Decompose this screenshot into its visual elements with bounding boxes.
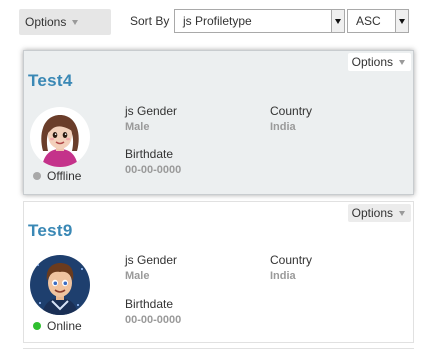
gender-label: js Gender [125, 253, 178, 267]
chevron-down-icon [72, 20, 79, 25]
gender-value: Male [125, 121, 150, 133]
female-avatar[interactable] [30, 107, 90, 167]
member-options-button[interactable]: Options [347, 53, 411, 71]
country-label: Country [270, 253, 313, 267]
sort-by-label: Sort By [130, 14, 170, 28]
chevron-down-icon [399, 211, 405, 216]
female-avatar-icon [30, 107, 90, 167]
sort-field-select[interactable]: js Profiletype [174, 9, 345, 33]
status-dot-icon [33, 172, 41, 180]
country-value: India [270, 270, 296, 282]
country-value: India [270, 121, 296, 133]
country-label: Country [270, 104, 313, 118]
status-indicator: Offline [33, 169, 81, 183]
sort-order-value: ASC [356, 14, 381, 28]
options-button[interactable]: Options [19, 9, 111, 35]
birthdate-label: Birthdate [125, 147, 174, 161]
member-name-link[interactable]: Test9 [28, 221, 73, 241]
options-label: Options [25, 15, 67, 29]
status-indicator: Online [33, 319, 82, 333]
member-options-label: Options [351, 206, 393, 220]
birthdate-value: 00-00-0000 [125, 314, 182, 326]
status-label: Online [47, 319, 82, 333]
sort-order-select[interactable]: ASC [347, 9, 409, 33]
member-options-button[interactable]: Options [347, 204, 411, 222]
next-card-edge [23, 348, 414, 353]
sort-field-value: js Profiletype [183, 14, 252, 28]
birthdate-label: Birthdate [125, 297, 174, 311]
gender-value: Male [125, 270, 150, 282]
gender-label: js Gender [125, 104, 178, 118]
chevron-down-icon [399, 60, 405, 65]
dropdown-arrow-icon[interactable] [331, 10, 344, 32]
member-card: Options Test9 Online js Gender Male Coun… [23, 201, 414, 343]
dropdown-arrow-icon[interactable] [395, 10, 408, 32]
member-options-label: Options [351, 55, 393, 69]
birthdate-value: 00-00-0000 [125, 164, 182, 176]
status-label: Offline [47, 169, 82, 183]
member-name-link[interactable]: Test4 [28, 71, 73, 91]
male-avatar[interactable] [30, 255, 90, 315]
status-dot-icon [33, 322, 41, 330]
male-avatar-icon [30, 255, 90, 315]
member-card: Options Test4 Offline js Gender Male Cou… [23, 50, 414, 195]
